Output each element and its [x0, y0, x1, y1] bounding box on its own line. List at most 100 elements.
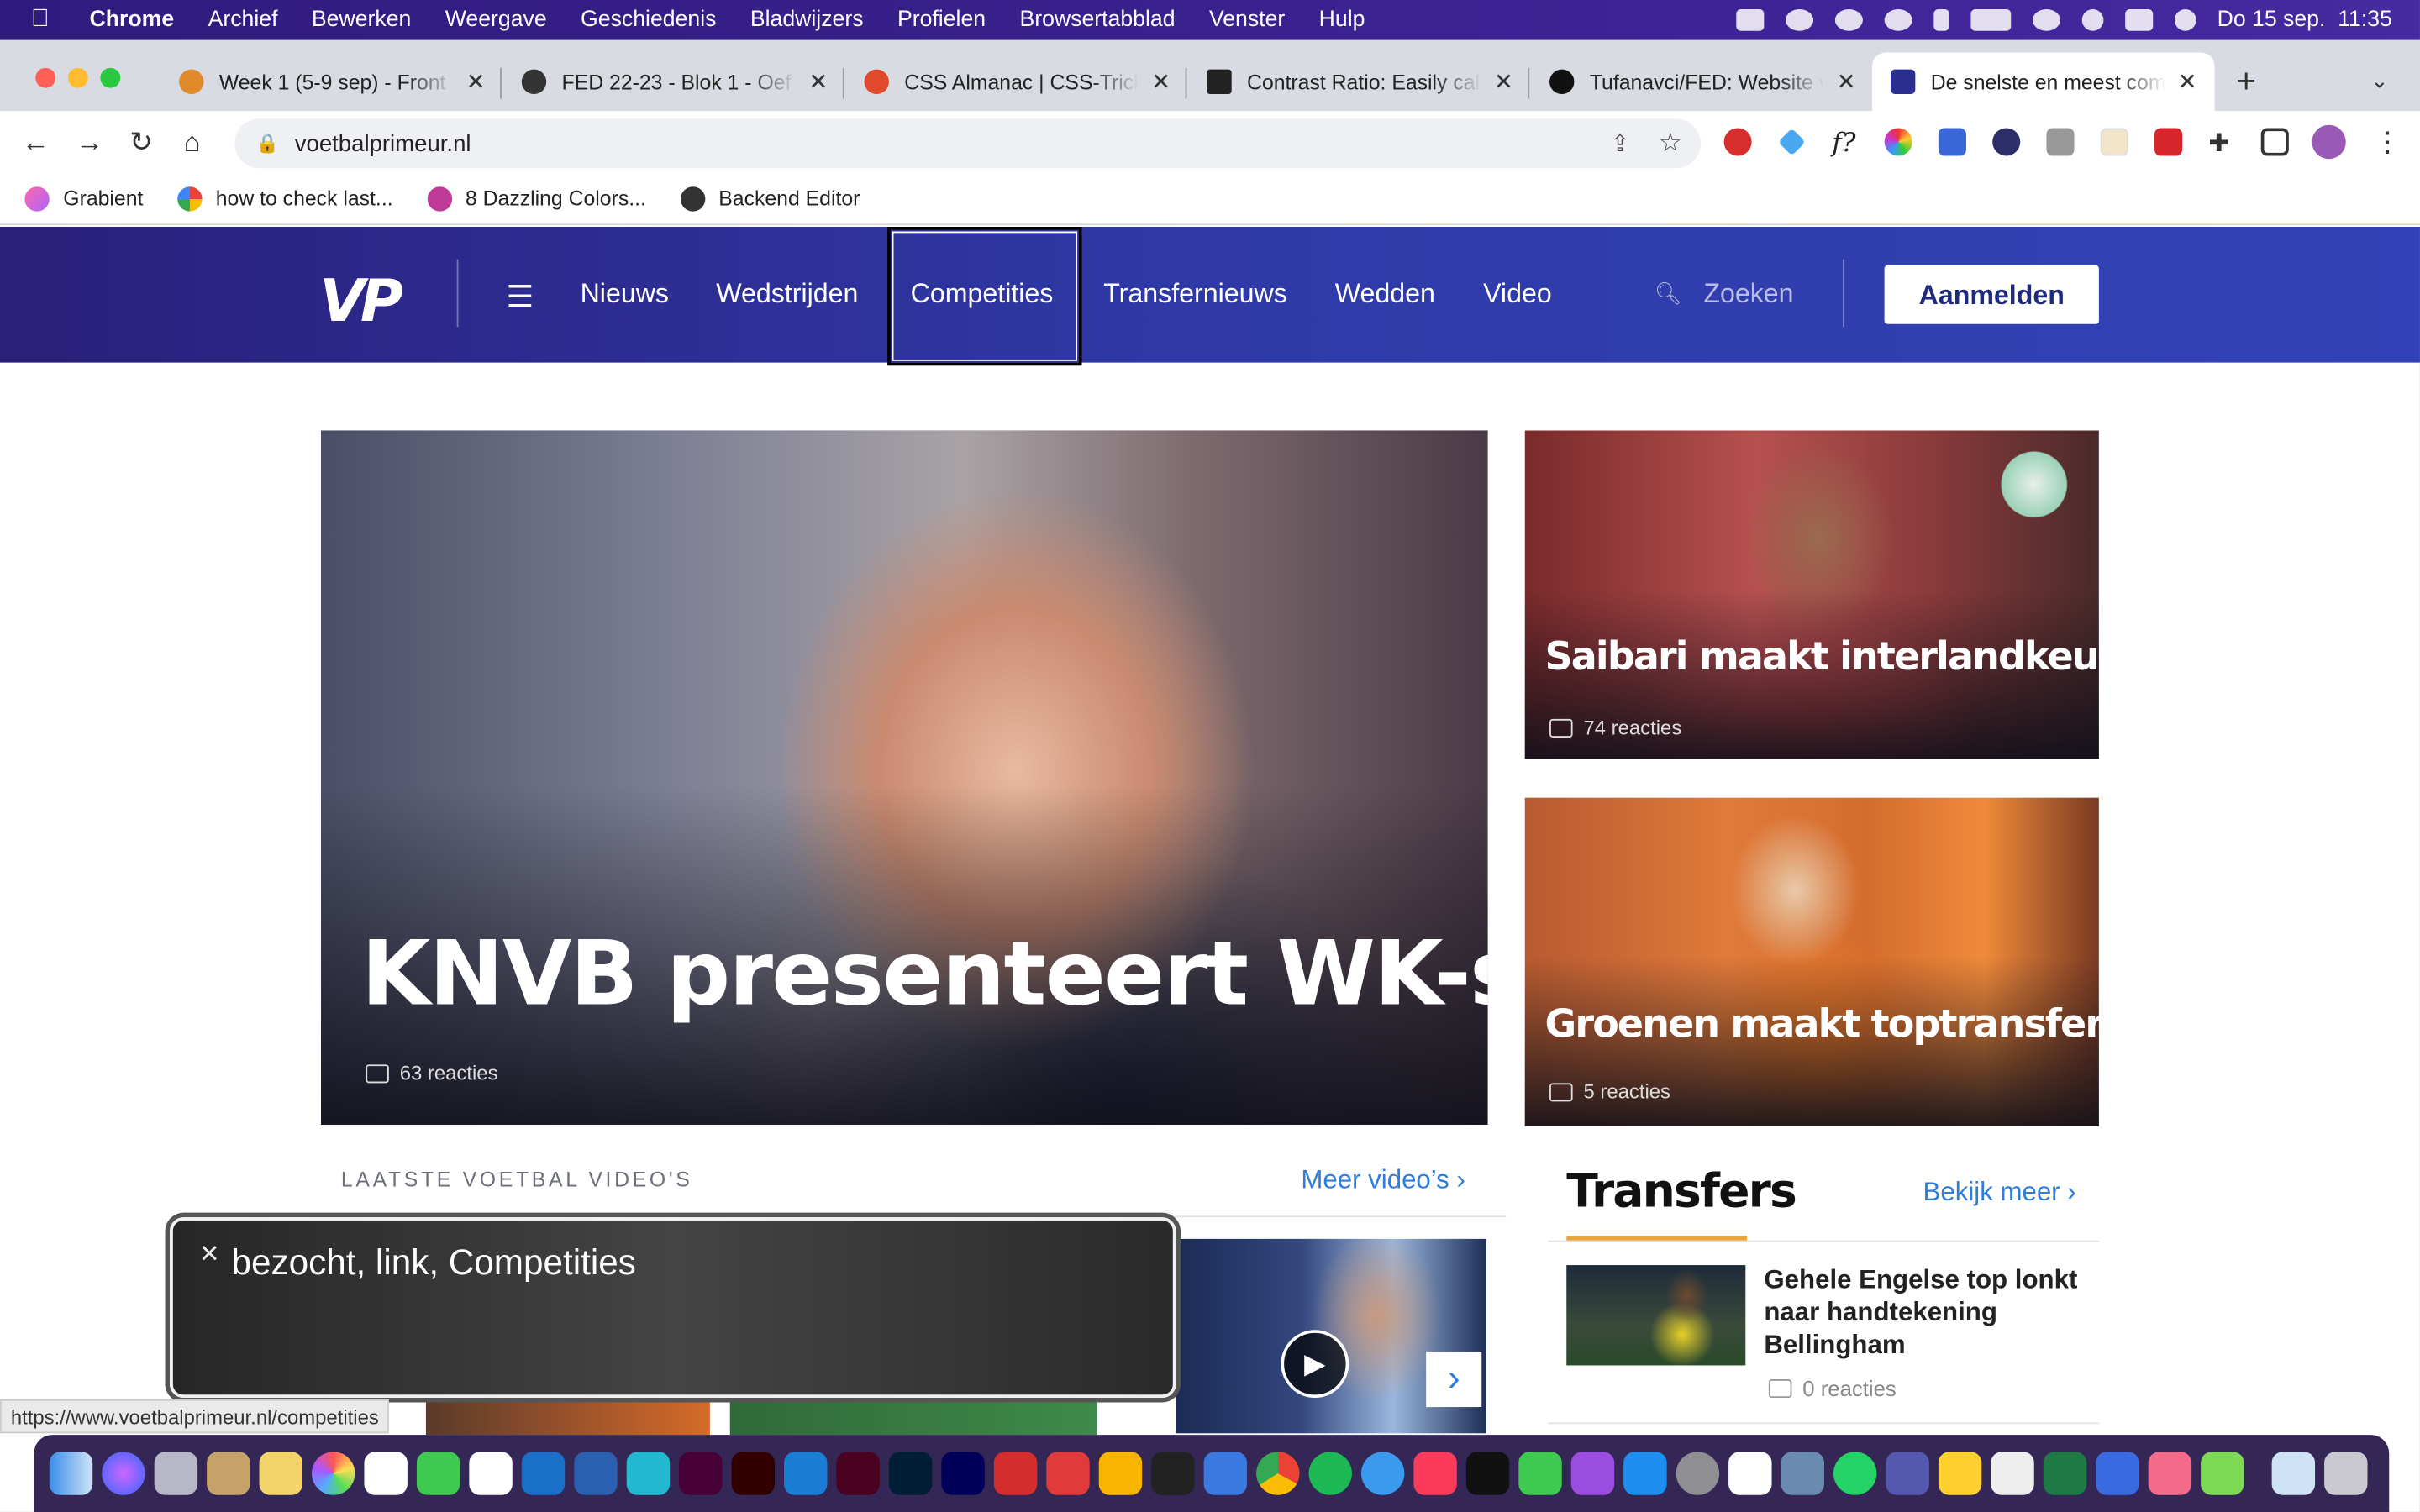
bookmark-item[interactable]: Backend Editor — [680, 186, 860, 211]
hero-article[interactable]: KNVB presenteert WK-shirts 63 reacties — [321, 430, 1488, 1125]
podcasts-icon[interactable] — [1570, 1452, 1615, 1495]
spotify-icon[interactable] — [1308, 1452, 1352, 1495]
finder-icon[interactable] — [49, 1452, 93, 1495]
browser-tab[interactable]: Contrast Ratio: Easily cal ✕ — [1188, 52, 1524, 111]
downloads-folder-icon[interactable] — [2271, 1452, 2316, 1495]
extensions-puzzle-icon[interactable]: ✚ — [2208, 128, 2236, 157]
clock-icon[interactable] — [1834, 9, 1863, 31]
browser-tab[interactable]: Week 1 (5-9 sep) - Front ✕ — [160, 52, 497, 111]
zip-extension-icon[interactable] — [1938, 128, 1966, 156]
menubar-clock[interactable]: Do 15 sep. 11:35 — [2217, 8, 2392, 32]
share-icon[interactable]: ⇪ — [1610, 129, 1629, 157]
menu-item[interactable]: Browsertabblad — [1019, 8, 1175, 32]
close-tab-icon[interactable]: ✕ — [466, 68, 486, 96]
nav-link-video[interactable]: Video — [1483, 278, 1552, 311]
bookmark-star-icon[interactable]: ☆ — [1659, 128, 1682, 159]
sketch-icon[interactable] — [1098, 1452, 1143, 1495]
menu-item[interactable]: Hulp — [1319, 8, 1365, 32]
acrobat-icon[interactable] — [993, 1452, 1038, 1495]
more-videos-link[interactable]: Meer video’s › — [1301, 1165, 1465, 1196]
play-icon[interactable] — [1883, 9, 1912, 31]
extension-icon[interactable] — [1992, 128, 2021, 156]
music-icon[interactable] — [1413, 1452, 1457, 1495]
creative-cloud-icon[interactable] — [1046, 1452, 1090, 1495]
tab-search-chevron-icon[interactable]: ⌄ — [2370, 68, 2389, 94]
home-icon[interactable]: ⌂ — [184, 127, 201, 160]
whatsapp-icon[interactable] — [1833, 1452, 1877, 1495]
side-article-reactions[interactable]: 74 reacties — [1549, 716, 1681, 739]
bookmark-item[interactable]: how to check last... — [176, 186, 393, 211]
teams-icon[interactable] — [1886, 1452, 1929, 1495]
app-icon[interactable] — [1781, 1452, 1824, 1495]
app-icon[interactable] — [2096, 1452, 2139, 1495]
menu-item[interactable]: Bewerken — [312, 8, 411, 32]
close-tab-icon[interactable]: ✕ — [2178, 68, 2197, 96]
menu-item[interactable]: Profielen — [897, 8, 986, 32]
camera-extension-icon[interactable] — [2046, 128, 2075, 156]
illustrator-icon[interactable] — [731, 1452, 776, 1495]
xd-icon[interactable] — [679, 1452, 723, 1495]
close-tab-icon[interactable]: ✕ — [808, 68, 828, 96]
video-thumbnail[interactable] — [425, 1398, 710, 1436]
profile-avatar[interactable] — [2312, 124, 2346, 160]
miro-icon[interactable] — [1938, 1452, 1982, 1495]
word-icon[interactable] — [574, 1452, 618, 1495]
chrome-icon[interactable] — [1256, 1452, 1300, 1495]
side-article-headline[interactable]: Groenen maakt toptransfer — [1545, 1001, 2099, 1046]
trash-icon[interactable] — [2324, 1452, 2368, 1495]
hamburger-menu-icon[interactable]: ☰ — [506, 278, 534, 317]
extension-icon[interactable] — [2100, 128, 2128, 156]
nav-link-wedden[interactable]: Wedden — [1335, 278, 1435, 311]
outlook-icon[interactable] — [521, 1452, 566, 1495]
apple-tv-icon[interactable] — [1465, 1452, 1510, 1495]
new-tab-button[interactable]: + — [2236, 61, 2256, 102]
adblock-extension-icon[interactable] — [1723, 128, 1752, 156]
app-store-icon[interactable] — [1623, 1452, 1667, 1495]
menu-item[interactable]: Bladwijzers — [750, 8, 864, 32]
side-article[interactable]: Saibari maakt interlandkeuze 74 reacties — [1524, 430, 2099, 759]
transfers-more-link[interactable]: Bekijk meer › — [1923, 1177, 2076, 1208]
nav-link-transfernieuws[interactable]: Transfernieuws — [1103, 278, 1287, 311]
siri-icon[interactable] — [2174, 9, 2196, 31]
photoshop-icon[interactable] — [888, 1452, 933, 1495]
bookmark-item[interactable]: Grabient — [24, 186, 143, 211]
menu-app-name[interactable]: Chrome — [90, 8, 175, 32]
browser-tab[interactable]: CSS Almanac | CSS-Tricks ✕ — [846, 52, 1182, 111]
indesign-icon[interactable] — [836, 1452, 880, 1495]
font-extension-icon[interactable]: f? — [1832, 128, 1860, 159]
menu-item[interactable]: Archief — [208, 8, 278, 32]
tasks-icon[interactable] — [1203, 1452, 1248, 1495]
transfer-thumbnail[interactable] — [1566, 1265, 1746, 1366]
spotlight-search-icon[interactable] — [2081, 9, 2103, 31]
side-article-reactions[interactable]: 5 reacties — [1549, 1080, 1670, 1103]
close-window-button[interactable] — [35, 67, 56, 88]
side-article[interactable]: Groenen maakt toptransfer 5 reacties — [1524, 797, 2099, 1126]
menu-item[interactable]: Geschiedenis — [581, 8, 716, 32]
back-arrow-icon[interactable]: ← — [22, 127, 50, 160]
airplay-icon[interactable] — [2032, 9, 2060, 31]
transfer-headline[interactable]: Gehele Engelse top lonkt naar handtekeni… — [1764, 1263, 2096, 1361]
menu-item[interactable]: Weergave — [445, 8, 547, 32]
close-tab-icon[interactable]: ✕ — [1837, 68, 1856, 96]
forward-arrow-icon[interactable]: → — [76, 127, 103, 160]
cloud-icon[interactable] — [1785, 9, 1813, 31]
login-button[interactable]: Aanmelden — [1884, 265, 2099, 324]
excel-icon[interactable] — [2043, 1452, 2087, 1495]
slack-icon[interactable] — [1728, 1452, 1772, 1495]
nav-link-competities[interactable]: Competities — [911, 278, 1054, 311]
textedit-icon[interactable] — [1991, 1452, 2034, 1495]
color-extension-icon[interactable] — [1884, 128, 1912, 156]
browser-tab[interactable]: FED 22-23 - Blok 1 - Oef ✕ — [503, 52, 839, 111]
extension-icon[interactable] — [2154, 128, 2183, 156]
play-button-icon[interactable]: ▶ — [1281, 1330, 1349, 1399]
messages-icon[interactable] — [416, 1452, 460, 1495]
battery-icon[interactable] — [1970, 9, 2011, 31]
side-article-headline[interactable]: Saibari maakt interlandkeuze — [1545, 634, 2099, 679]
control-center-icon[interactable] — [2124, 9, 2153, 31]
menu-item[interactable]: Venster — [1209, 8, 1285, 32]
vscode-icon[interactable] — [784, 1452, 828, 1495]
apple-icon[interactable]:  — [31, 6, 68, 34]
hero-reactions[interactable]: 63 reacties — [366, 1062, 498, 1084]
bluetooth-icon[interactable] — [1933, 9, 1949, 31]
bookmark-item[interactable]: 8 Dazzling Colors... — [427, 186, 646, 211]
